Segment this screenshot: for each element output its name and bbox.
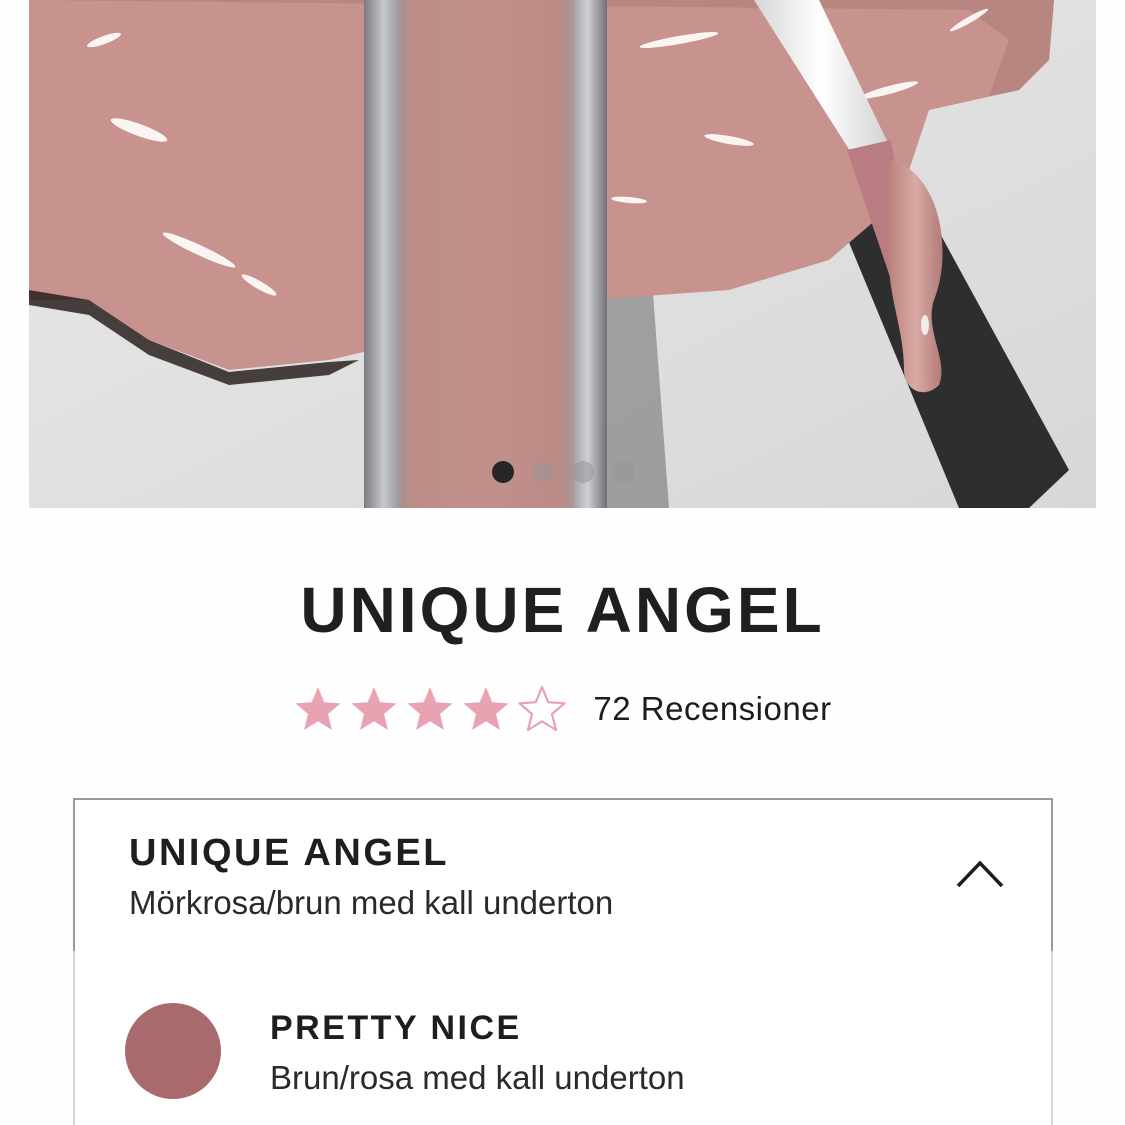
product-title: UNIQUE ANGEL <box>300 574 825 646</box>
carousel-dot[interactable] <box>571 461 594 483</box>
selected-shade-description: Mörkrosa/brun med kall underton <box>129 884 614 921</box>
star-empty-icon <box>518 685 567 732</box>
selected-shade-name: UNIQUE ANGEL <box>129 832 449 874</box>
star-filled-icon <box>351 687 397 730</box>
shade-option-name: PRETTY NICE <box>270 1009 522 1047</box>
lip-gloss-swatch-photo <box>29 0 1096 508</box>
product-page: UNIQUE ANGEL 72 Recensioner UNIQUE ANGEL… <box>0 0 1125 1125</box>
chevron-up-icon[interactable] <box>955 858 1005 890</box>
shade-options-list: PRETTY NICE Brun/rosa med kall underton <box>73 951 1053 1125</box>
star-rating[interactable] <box>293 684 573 734</box>
star-filled-icon <box>463 687 509 730</box>
carousel-dot[interactable] <box>531 461 554 483</box>
product-rating: 72 Recensioner <box>0 683 1125 735</box>
carousel-indicator <box>29 461 1096 485</box>
carousel-dot[interactable] <box>491 461 514 483</box>
product-image[interactable] <box>29 0 1096 508</box>
reviews-link[interactable]: 72 Recensioner <box>593 690 831 728</box>
star-filled-icon <box>407 687 453 730</box>
shade-option[interactable]: PRETTY NICE Brun/rosa med kall underton <box>75 951 1051 1125</box>
shade-selector[interactable]: UNIQUE ANGEL Mörkrosa/brun med kall unde… <box>73 798 1053 953</box>
star-filled-icon <box>295 687 341 730</box>
shade-option-description: Brun/rosa med kall underton <box>270 1059 685 1096</box>
carousel-dot[interactable] <box>611 461 634 483</box>
shade-swatch <box>125 1003 221 1099</box>
